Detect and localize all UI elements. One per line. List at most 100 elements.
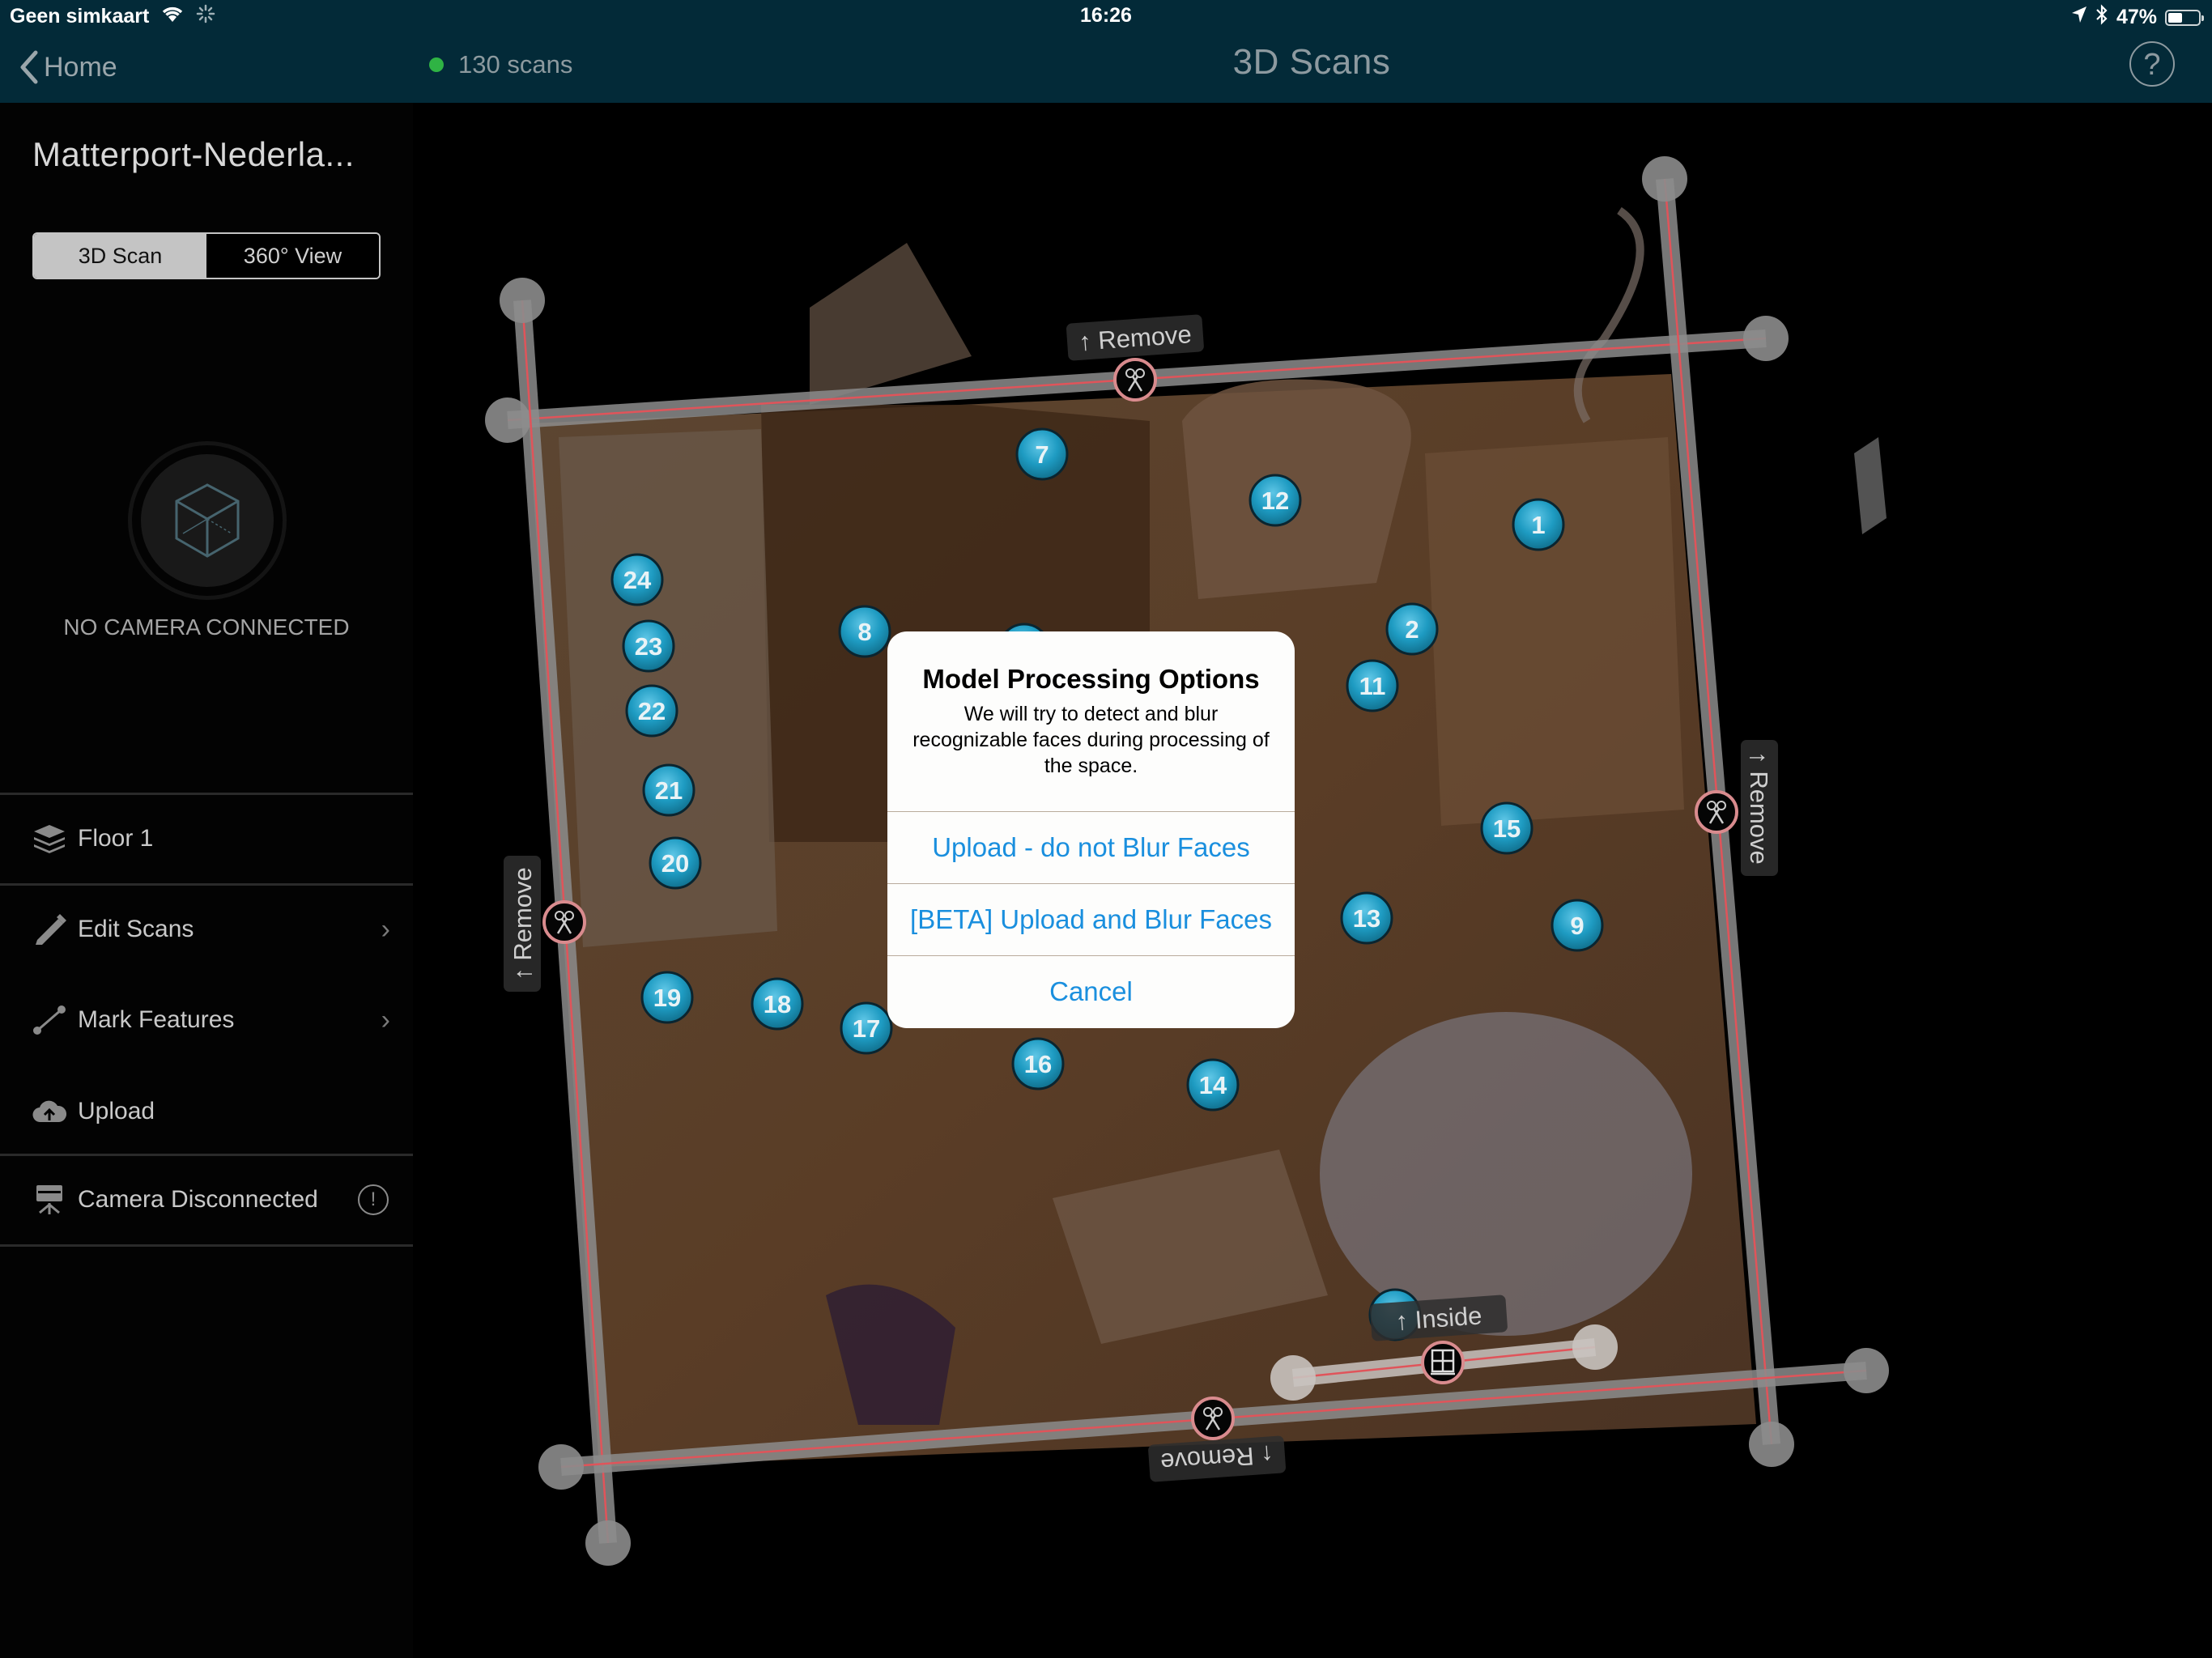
chevron-right-icon: › — [381, 1004, 390, 1035]
scan-marker[interactable]: 2 — [1385, 602, 1439, 656]
scan-marker-number: 13 — [1353, 904, 1380, 933]
scan-marker[interactable]: 16 — [1011, 1037, 1065, 1090]
scan-marker[interactable]: 20 — [649, 836, 702, 890]
camera-status-label: NO CAMERA CONNECTED — [63, 614, 350, 640]
menu-item-camera-disconnected[interactable]: Camera Disconnected ! — [0, 1163, 413, 1236]
menu-item-floor-1[interactable]: Floor 1 — [0, 802, 413, 875]
upload-blur-beta-button[interactable]: [BETA] Upload and Blur Faces — [887, 883, 1295, 955]
divider — [0, 1154, 413, 1156]
pencil-icon — [32, 912, 66, 946]
scan-marker-number: 20 — [661, 849, 689, 878]
layers-icon — [32, 822, 66, 856]
scissors-icon[interactable] — [1695, 790, 1738, 834]
wall-label-remove-right[interactable]: ↑ Remove — [1741, 740, 1778, 876]
scan-marker-number: 15 — [1493, 814, 1521, 843]
scan-marker[interactable]: 7 — [1015, 427, 1069, 481]
segment-3d-scan[interactable]: 3D Scan — [34, 234, 206, 278]
scan-marker-number: 18 — [764, 990, 791, 1018]
cancel-button[interactable]: Cancel — [887, 955, 1295, 1027]
help-button[interactable]: ? — [2129, 41, 2175, 87]
scan-marker[interactable]: 17 — [840, 1001, 893, 1055]
wall-label-remove-left[interactable]: ↑ Remove — [504, 856, 541, 992]
scan-marker[interactable]: 12 — [1249, 474, 1302, 527]
wall-endpoint-handle[interactable] — [1743, 316, 1789, 361]
scan-marker[interactable]: 19 — [640, 971, 694, 1024]
wall-label-text: ↑ Remove — [508, 867, 537, 980]
page-title: 3D Scans — [1232, 42, 1391, 82]
chevron-right-icon: › — [381, 913, 390, 945]
scan-marker-number: 8 — [857, 618, 871, 646]
scan-marker[interactable]: 15 — [1480, 801, 1534, 855]
clock: 16:26 — [1080, 4, 1132, 27]
menu-item-label: Floor 1 — [78, 825, 154, 852]
scissors-icon[interactable] — [1113, 358, 1157, 402]
scan-marker-number: 17 — [853, 1014, 880, 1043]
scissors-icon[interactable] — [542, 900, 586, 944]
dialog-title: Model Processing Options — [922, 664, 1260, 694]
view-mode-segmented-control: 3D Scan 360° View — [32, 232, 381, 279]
bluetooth-icon — [2095, 4, 2108, 31]
upload-no-blur-button[interactable]: Upload - do not Blur Faces — [887, 811, 1295, 883]
divider — [0, 1244, 413, 1247]
scan-marker-number: 12 — [1261, 487, 1289, 515]
wall-endpoint-handle[interactable] — [538, 1444, 584, 1490]
wall-label-remove-top[interactable]: ↑ Remove — [1066, 314, 1205, 361]
scan-marker-number: 1 — [1531, 511, 1545, 539]
status-dot-icon — [429, 57, 444, 72]
battery-percent: 47% — [2116, 6, 2157, 28]
menu-item-mark-features[interactable]: Mark Features › — [0, 984, 413, 1056]
scan-marker-number: 24 — [623, 566, 652, 594]
scan-marker[interactable]: 9 — [1551, 899, 1604, 952]
floor-plan-svg[interactable]: 127891112131415161718192021222324 ↑ Remo… — [413, 103, 2212, 1658]
menu-item-edit-scans[interactable]: Edit Scans › — [0, 893, 413, 966]
scissors-icon[interactable] — [1191, 1397, 1235, 1440]
model-processing-dialog: Model Processing Options We will try to … — [887, 631, 1295, 1028]
top-bar: Geen simkaart 16:26 47% Home 130 scans 3… — [0, 0, 2212, 103]
scan-marker[interactable]: 8 — [838, 605, 891, 658]
menu-item-label: Edit Scans — [78, 916, 194, 942]
camera-tripod-icon — [32, 1183, 66, 1217]
cube-icon — [175, 483, 240, 558]
scan-marker[interactable]: 21 — [642, 763, 696, 817]
wall-label-text: ↑ Inside — [1394, 1301, 1482, 1335]
alert-icon[interactable]: ! — [358, 1184, 389, 1215]
scan-marker[interactable]: 1 — [1512, 498, 1565, 551]
battery-icon — [2165, 9, 2204, 26]
measure-line-icon — [32, 1003, 66, 1037]
scan-marker[interactable]: 14 — [1186, 1058, 1240, 1112]
wall-endpoint-handle[interactable] — [500, 278, 545, 323]
camera-status-indicator — [128, 441, 287, 600]
menu-item-label: Upload — [78, 1098, 155, 1124]
status-bar: Geen simkaart 16:26 47% — [0, 0, 2212, 32]
scan-marker-number: 23 — [635, 632, 662, 661]
scan-marker-number: 14 — [1199, 1071, 1227, 1099]
wall-endpoint-handle[interactable] — [1572, 1324, 1618, 1370]
scan-marker[interactable]: 13 — [1340, 891, 1393, 945]
wall-endpoint-handle[interactable] — [585, 1520, 631, 1566]
scan-marker-number: 11 — [1359, 672, 1386, 700]
floor-plan-canvas[interactable]: 1 2 7 8 9 11 12 13 14 15 16 17 18 19 20 21 22 23 24 ↑ Remo… — [413, 103, 2212, 1658]
chevron-left-icon — [20, 50, 38, 84]
location-arrow-icon — [2071, 6, 2087, 29]
project-title: Matterport-Nederla... — [32, 135, 355, 173]
scan-marker[interactable]: 22 — [625, 684, 678, 738]
menu-item-upload[interactable]: Upload — [0, 1075, 413, 1148]
divider — [0, 793, 413, 795]
wall-endpoint-handle[interactable] — [1270, 1355, 1316, 1401]
wall-endpoint-handle[interactable] — [1642, 156, 1687, 202]
scan-marker[interactable]: 18 — [751, 977, 804, 1031]
dialog-message: We will try to detect and blur recogniza… — [912, 703, 1270, 777]
wall-endpoint-handle[interactable] — [1844, 1348, 1889, 1393]
scan-marker-number: 7 — [1035, 440, 1049, 469]
wall-endpoint-handle[interactable] — [1749, 1422, 1794, 1467]
back-button[interactable]: Home — [18, 47, 117, 87]
scan-marker[interactable]: 24 — [610, 553, 664, 606]
scan-marker-number: 21 — [655, 776, 683, 805]
window-icon[interactable] — [1421, 1341, 1465, 1384]
scan-marker[interactable]: 11 — [1346, 659, 1399, 712]
menu-item-label: Mark Features — [78, 1006, 235, 1033]
segment-360-view[interactable]: 360° View — [206, 234, 379, 278]
scan-marker-number: 22 — [638, 697, 666, 725]
scan-marker[interactable]: 23 — [622, 619, 675, 673]
scan-marker-number: 9 — [1570, 912, 1584, 940]
